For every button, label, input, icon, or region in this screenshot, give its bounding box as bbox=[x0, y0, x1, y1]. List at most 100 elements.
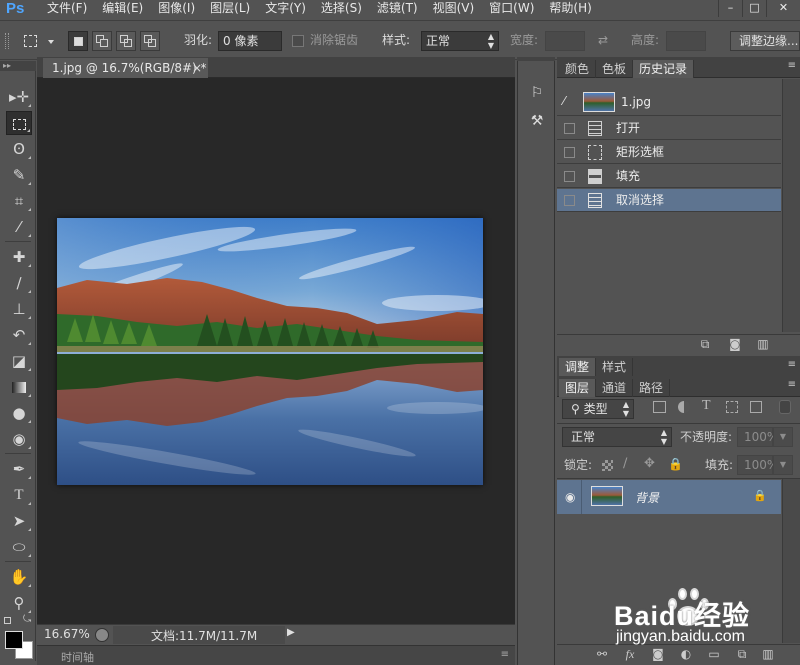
menu-filter[interactable]: 滤镜(T) bbox=[370, 0, 426, 17]
new-selection-button[interactable] bbox=[68, 31, 88, 51]
history-item[interactable]: 矩形选框 bbox=[557, 141, 781, 164]
history-checkbox[interactable] bbox=[564, 147, 575, 158]
tab-layers[interactable]: 图层 bbox=[559, 379, 597, 397]
menu-image[interactable]: 图像(I) bbox=[151, 0, 203, 17]
filter-type-icon[interactable]: T bbox=[702, 398, 711, 414]
menu-help[interactable]: 帮助(H) bbox=[542, 0, 599, 17]
type-tool-icon[interactable]: T bbox=[6, 483, 32, 507]
style-select[interactable]: 正常 ▲ ▼ bbox=[421, 31, 499, 51]
panel-menu-icon[interactable]: ≡ bbox=[788, 379, 796, 390]
fill-input[interactable]: 100% bbox=[737, 455, 778, 475]
status-menu-arrow-icon[interactable]: ▶ bbox=[287, 627, 295, 638]
lock-all-icon[interactable]: 🔒 bbox=[668, 457, 683, 471]
history-panel-icon[interactable]: ⚐ bbox=[527, 83, 547, 103]
ellipse-tool-icon[interactable]: ⬭ bbox=[6, 535, 32, 559]
lasso-tool-icon[interactable]: ʘ bbox=[6, 137, 32, 161]
tab-channels[interactable]: 通道 bbox=[596, 379, 634, 397]
timeline-tab[interactable]: 时间轴 bbox=[61, 649, 94, 665]
layer-filter-select[interactable]: ⚲ 类型 ▲ ▼ bbox=[562, 399, 634, 419]
tool-preset-picker[interactable] bbox=[20, 31, 58, 51]
filter-shape-icon[interactable] bbox=[726, 401, 738, 413]
swap-icon[interactable]: ⇄ bbox=[598, 30, 608, 50]
eraser-tool-icon[interactable]: ◪ bbox=[6, 349, 32, 373]
layer-name[interactable]: 背景 bbox=[635, 489, 659, 506]
lock-position-icon[interactable]: ✥ bbox=[644, 456, 655, 471]
opacity-input[interactable]: 100% bbox=[737, 427, 778, 447]
new-document-from-state-icon[interactable]: ⧉ bbox=[698, 338, 712, 350]
add-selection-button[interactable] bbox=[92, 31, 112, 51]
subtract-selection-button[interactable] bbox=[116, 31, 136, 51]
marquee-tool-icon[interactable] bbox=[6, 111, 32, 135]
zoom-tool-icon[interactable]: ⚲ bbox=[6, 591, 32, 615]
brush-tool-icon[interactable]: ∕ bbox=[6, 271, 32, 295]
history-checkbox[interactable] bbox=[564, 123, 575, 134]
panel-menu-icon[interactable]: ≡ bbox=[788, 359, 796, 370]
foreground-color-swatch[interactable] bbox=[5, 631, 23, 649]
height-input[interactable] bbox=[666, 31, 706, 51]
panel-menu-icon[interactable]: ≡ bbox=[788, 60, 796, 71]
tab-paths[interactable]: 路径 bbox=[633, 379, 671, 397]
filter-pixel-icon[interactable] bbox=[653, 401, 666, 413]
eye-visibility-icon[interactable]: ◉ bbox=[565, 490, 575, 504]
tab-color[interactable]: 颜色 bbox=[559, 60, 597, 78]
menu-type[interactable]: 文字(Y) bbox=[258, 0, 314, 17]
feather-input[interactable]: 0 像素 bbox=[218, 31, 282, 51]
filter-adjustment-icon[interactable] bbox=[678, 401, 690, 413]
hand-tool-icon[interactable]: ✋ bbox=[6, 565, 32, 589]
layer-row[interactable]: ◉ 背景 🔒 bbox=[557, 480, 781, 514]
path-select-icon[interactable]: ➤ bbox=[6, 509, 32, 533]
lock-pixels-icon[interactable]: ∕ bbox=[623, 456, 627, 471]
tab-swatches[interactable]: 色板 bbox=[596, 60, 634, 78]
tab-history[interactable]: 历史记录 bbox=[633, 60, 695, 78]
menu-layer[interactable]: 图层(L) bbox=[203, 0, 258, 17]
history-checkbox[interactable] bbox=[564, 171, 575, 182]
default-colors-icon[interactable] bbox=[4, 617, 11, 624]
eyedropper-icon[interactable]: ⁄ bbox=[6, 215, 32, 239]
refine-edge-button[interactable]: 调整边缘... bbox=[730, 31, 800, 51]
clone-stamp-icon[interactable]: ⊥ bbox=[6, 297, 32, 321]
history-checkbox[interactable] bbox=[564, 195, 575, 206]
width-input[interactable] bbox=[545, 31, 585, 51]
history-item[interactable]: 打开 bbox=[557, 117, 781, 140]
history-brush-source-icon[interactable]: ⁄ bbox=[563, 94, 565, 108]
gradient-tool-icon[interactable] bbox=[6, 375, 32, 399]
healing-brush-icon[interactable]: ✚ bbox=[6, 245, 32, 269]
menu-window[interactable]: 窗口(W) bbox=[482, 0, 542, 17]
history-scrollbar[interactable] bbox=[782, 79, 800, 332]
canvas-area[interactable] bbox=[37, 78, 515, 624]
fill-dropdown[interactable]: ▼ bbox=[773, 455, 793, 475]
zoom-level[interactable]: 16.67% bbox=[44, 627, 90, 641]
lock-transparent-icon[interactable] bbox=[602, 460, 613, 471]
menu-file[interactable]: 文件(F) bbox=[40, 0, 95, 17]
history-snapshot[interactable]: ⁄ 1.jpg bbox=[557, 88, 781, 116]
menu-select[interactable]: 选择(S) bbox=[314, 0, 370, 17]
document-tab[interactable]: 1.jpg @ 16.7%(RGB/8#) * × bbox=[43, 58, 208, 78]
brush-preset-icon[interactable]: ⚒ bbox=[527, 111, 547, 131]
crop-tool-icon[interactable]: ⌗ bbox=[6, 189, 32, 213]
minimize-button[interactable]: – bbox=[718, 0, 742, 17]
antialias-checkbox[interactable] bbox=[292, 35, 304, 47]
swap-colors-icon[interactable]: ⤿ bbox=[23, 614, 31, 625]
history-item[interactable]: 填充 bbox=[557, 165, 781, 188]
history-item-selected[interactable]: 取消选择 bbox=[557, 189, 781, 212]
tab-close-icon[interactable]: × bbox=[192, 58, 202, 78]
blur-tool-icon[interactable]: ● bbox=[6, 401, 32, 425]
quick-select-icon[interactable]: ✎ bbox=[6, 163, 32, 187]
opacity-dropdown[interactable]: ▼ bbox=[773, 427, 793, 447]
history-brush-icon[interactable]: ↶ bbox=[6, 323, 32, 347]
menu-edit[interactable]: 编辑(E) bbox=[95, 0, 151, 17]
filter-smart-object-icon[interactable] bbox=[750, 401, 762, 413]
intersect-selection-button[interactable] bbox=[140, 31, 160, 51]
close-button[interactable]: ✕ bbox=[766, 0, 800, 17]
status-info-icon[interactable] bbox=[95, 628, 109, 642]
tab-adjustments[interactable]: 调整 bbox=[559, 358, 597, 376]
menu-view[interactable]: 视图(V) bbox=[426, 0, 483, 17]
pen-tool-icon[interactable]: ✒ bbox=[6, 457, 32, 481]
restore-button[interactable]: □ bbox=[742, 0, 766, 17]
tab-styles[interactable]: 样式 bbox=[596, 358, 634, 376]
blend-mode-select[interactable]: 正常 ▲ ▼ bbox=[562, 427, 672, 447]
filter-toggle-icon[interactable] bbox=[779, 400, 791, 414]
panel-menu-icon[interactable]: ≡ bbox=[501, 649, 509, 660]
trash-icon[interactable]: ▥ bbox=[756, 338, 770, 350]
camera-icon[interactable]: ◙ bbox=[728, 338, 742, 350]
